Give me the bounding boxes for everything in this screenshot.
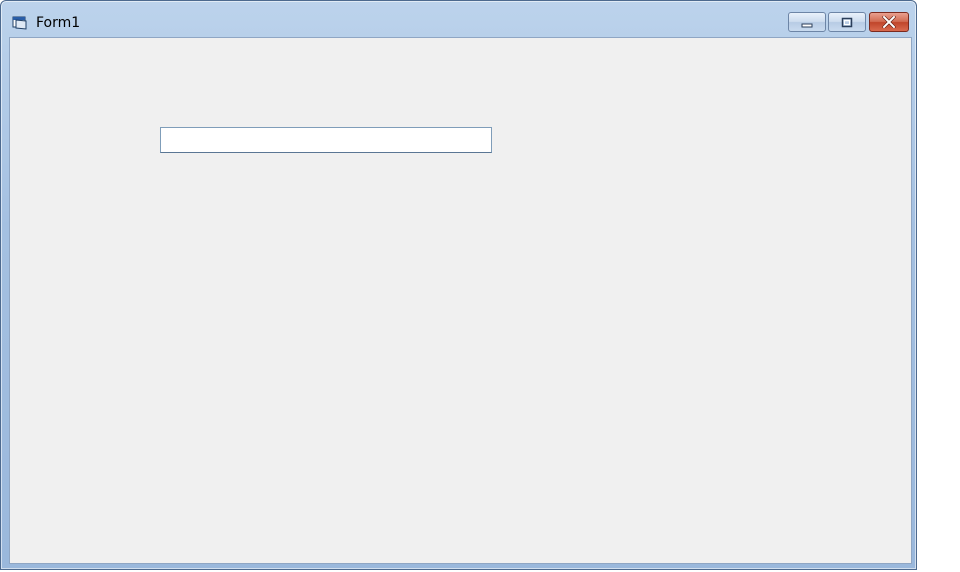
close-icon [882,13,896,32]
maximize-button[interactable] [828,12,866,32]
minimize-button[interactable] [788,12,826,32]
form-window-icon[interactable] [12,15,29,30]
form1-window: Form1 [0,0,917,570]
form-client-area [9,37,912,564]
window-title: Form1 [36,15,81,31]
text1-textbox[interactable] [160,127,492,153]
title-bar[interactable]: Form1 [1,1,916,37]
maximize-icon [841,13,853,32]
minimize-icon [801,13,813,32]
close-button[interactable] [869,12,909,32]
